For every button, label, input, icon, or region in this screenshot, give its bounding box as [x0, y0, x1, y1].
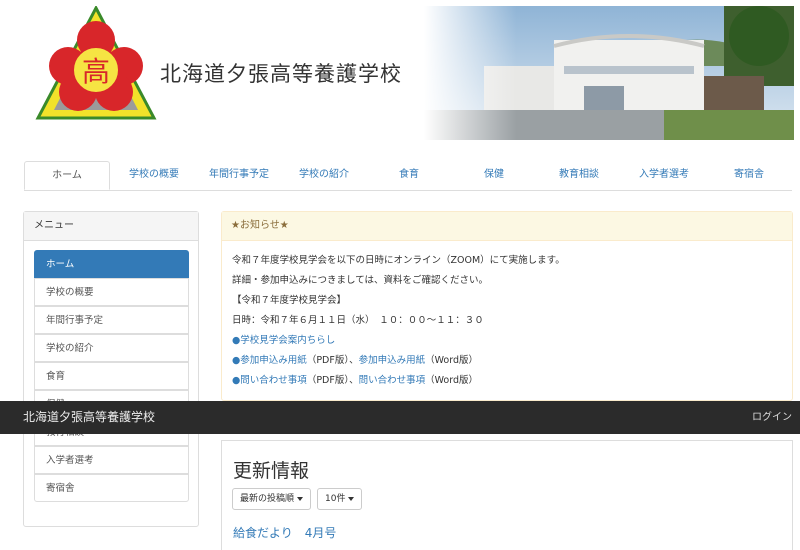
tab-school-intro[interactable]: 学校の紹介: [282, 161, 366, 189]
logo-char: 高: [82, 55, 110, 88]
sidebar-item-about[interactable]: 学校の概要: [34, 278, 189, 306]
notice-inquiry-row: ●問い合わせ事項（PDF版）、問い合わせ事項（Word版）: [232, 372, 478, 386]
tab-health[interactable]: 保健: [452, 161, 536, 189]
notice-line-details: 詳細・参加申込みにつきましては、資料をご確認ください。: [232, 275, 489, 286]
chevron-down-icon: [297, 496, 304, 501]
count-label: 10件: [325, 494, 346, 504]
school-logo[interactable]: 高: [34, 4, 158, 126]
notice-line-datetime: 日時：令和７年６月１１日（水） １０：００～１１：３０: [232, 315, 484, 326]
notice-flyer-row: ●学校見学会案内ちらし: [232, 332, 335, 346]
tab-dormitory[interactable]: 寄宿舎: [707, 161, 791, 189]
notice-line-event-title: 【令和７年度学校見学会】: [232, 295, 347, 306]
updates-title: 更新情報: [233, 460, 310, 482]
pdf-label: （PDF版）、: [306, 355, 359, 366]
tab-food-education[interactable]: 食育: [367, 161, 451, 189]
school-building-photo: [424, 6, 794, 140]
updates-panel: 更新情報 最新の投稿順 10件 給食だより 4月号: [221, 440, 793, 550]
sidebar-item-dormitory[interactable]: 寄宿舎: [34, 474, 189, 502]
tab-about[interactable]: 学校の概要: [112, 161, 196, 189]
tab-home[interactable]: ホーム: [24, 161, 110, 190]
pdf-label: （PDF版）、: [306, 375, 359, 386]
sidebar-item-food-education[interactable]: 食育: [34, 362, 189, 390]
inquiry-pdf-link[interactable]: 問い合わせ事項: [240, 375, 307, 386]
count-dropdown[interactable]: 10件: [317, 488, 363, 510]
sort-dropdown[interactable]: 最新の投稿順: [232, 488, 312, 510]
post-title-link[interactable]: 給食だより 4月号: [233, 524, 336, 541]
sidebar-item-admissions[interactable]: 入学者選考: [34, 446, 189, 474]
tab-annual-schedule[interactable]: 年間行事予定: [197, 161, 281, 189]
sidebar-item-annual-schedule[interactable]: 年間行事予定: [34, 306, 189, 334]
sidebar-menu-panel: メニュー ホーム 学校の概要 年間行事予定 学校の紹介 食育 保健 教育相談 入…: [23, 211, 199, 527]
notice-line-online-tour: 令和７年度学校見学会を以下の日時にオンライン（ZOOM）にて実施します。: [232, 255, 565, 266]
tab-admissions[interactable]: 入学者選考: [622, 161, 706, 189]
notice-panel: ★お知らせ★ 令和７年度学校見学会を以下の日時にオンライン（ZOOM）にて実施し…: [221, 211, 793, 401]
login-link[interactable]: ログイン: [752, 401, 792, 434]
bar-site-title[interactable]: 北海道夕張高等養護学校: [23, 401, 155, 434]
word-label: （Word版）: [425, 355, 479, 366]
sidebar-heading: メニュー: [24, 212, 198, 241]
school-name: 北海道夕張高等養護学校: [160, 62, 402, 86]
fixed-top-bar: 北海道夕張高等養護学校 ログイン: [0, 401, 800, 434]
inquiry-word-link[interactable]: 問い合わせ事項: [359, 375, 426, 386]
tab-counseling[interactable]: 教育相談: [537, 161, 621, 189]
application-word-link[interactable]: 参加申込み用紙: [359, 355, 426, 366]
word-label: （Word版）: [425, 375, 479, 386]
main-nav-tabs: ホーム 学校の概要 年間行事予定 学校の紹介 食育 保健 教育相談 入学者選考 …: [24, 161, 792, 191]
flyer-link[interactable]: 学校見学会案内ちらし: [240, 335, 335, 346]
sidebar-item-school-intro[interactable]: 学校の紹介: [34, 334, 189, 362]
notice-application-row: ●参加申込み用紙（PDF版）、参加申込み用紙（Word版）: [232, 352, 478, 366]
notice-heading: ★お知らせ★: [222, 212, 792, 241]
application-pdf-link[interactable]: 参加申込み用紙: [240, 355, 307, 366]
site-header: 高 北海道夕張高等養護学校: [0, 0, 800, 150]
sidebar-item-home[interactable]: ホーム: [34, 250, 189, 278]
sort-label: 最新の投稿順: [240, 494, 295, 504]
chevron-down-icon: [348, 496, 355, 501]
